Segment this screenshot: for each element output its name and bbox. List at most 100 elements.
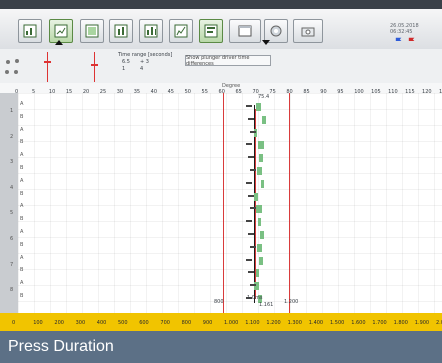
time-range-value-2: + 3 bbox=[140, 59, 149, 65]
time-tick-11: 1.100 bbox=[245, 320, 260, 326]
title-bar: Press Duration bbox=[0, 331, 442, 363]
lane-label-5: B bbox=[20, 165, 24, 171]
press-bar-10 bbox=[260, 231, 264, 239]
lane-label-4: A bbox=[20, 152, 24, 159]
slider-a-icon[interactable] bbox=[38, 52, 58, 82]
press-duration-title: Press Duration bbox=[8, 338, 114, 355]
down-arrow-icon[interactable] bbox=[262, 40, 270, 45]
lane-label-12: A bbox=[20, 254, 24, 261]
up-arrow-icon[interactable] bbox=[55, 40, 63, 45]
time-tick-3: 300 bbox=[75, 320, 86, 326]
press-bar-7 bbox=[254, 192, 258, 201]
press-bar-11 bbox=[257, 243, 262, 252]
press-bar-6 bbox=[261, 179, 264, 188]
time-tick-14: 1.400 bbox=[308, 320, 324, 326]
press-bar-4 bbox=[259, 154, 263, 163]
ref-label-bottom: 1.161 bbox=[259, 302, 274, 308]
chart-icon-1[interactable] bbox=[18, 19, 42, 43]
lane-label-8: A bbox=[20, 203, 24, 210]
press-bar-8 bbox=[256, 205, 262, 214]
time-tick-6: 600 bbox=[139, 320, 149, 326]
marker-4 bbox=[248, 156, 254, 159]
time-tick-19: 1.900 bbox=[414, 320, 430, 326]
marker-3 bbox=[246, 143, 252, 146]
lane-label-11: B bbox=[20, 241, 24, 248]
ref-label-right: 1.200 bbox=[284, 299, 299, 305]
ref-label-top: 75.4 bbox=[258, 94, 270, 100]
group-label-5: 6 bbox=[10, 236, 14, 242]
flag-icon-blue bbox=[395, 37, 402, 45]
press-bar-3 bbox=[258, 141, 264, 150]
marker-5 bbox=[250, 169, 256, 171]
press-bar-1 bbox=[262, 115, 266, 124]
chart-icon-3[interactable] bbox=[80, 19, 104, 43]
time-tick-12: 1.200 bbox=[266, 320, 281, 326]
show-differences-button[interactable]: Show plunger driver time differences bbox=[185, 55, 271, 67]
datetime: 26.05.2018 06:32:45 bbox=[390, 23, 419, 35]
press-bar-12 bbox=[259, 256, 263, 265]
time-tick-9: 900 bbox=[202, 320, 213, 326]
marker-13 bbox=[248, 271, 254, 274]
tools-icons[interactable] bbox=[2, 55, 28, 79]
lane-label-9: B bbox=[20, 216, 24, 223]
lane-label-2: A bbox=[20, 126, 24, 133]
press-bar-9 bbox=[258, 218, 261, 227]
time-tick-5: 500 bbox=[118, 320, 128, 326]
marker-6 bbox=[246, 181, 252, 184]
chart-icon-7[interactable] bbox=[199, 19, 223, 43]
chart-layer: A 1 B A 2 B A 3 B A 4 B A 5 B A 6 B A 7 B A 8 B 800 1.200 1.0ms 75.… bbox=[10, 93, 442, 313]
press-bar-5 bbox=[257, 167, 262, 175]
press-bar-0 bbox=[256, 103, 261, 111]
time-tick-0: 0 bbox=[12, 320, 16, 326]
lane-label-1: B bbox=[20, 113, 24, 120]
lane-label-3: B bbox=[20, 139, 24, 146]
toolbar: 26.05.2018 06:32:45 bbox=[0, 9, 442, 50]
time-range-label: Time range [seconds] bbox=[118, 52, 173, 58]
marker-9 bbox=[246, 220, 252, 223]
screen: 26.05.2018 06:32:45 Time range [seconds]… bbox=[0, 0, 442, 363]
flag-icon-red bbox=[408, 37, 415, 45]
lane-label-15: B bbox=[20, 293, 24, 299]
time-tick-20: 2.000 bbox=[436, 320, 442, 326]
group-label-1: 2 bbox=[10, 133, 14, 140]
window-icon[interactable] bbox=[229, 19, 261, 43]
time-tick-16: 1.600 bbox=[351, 320, 366, 326]
chart-icon-5[interactable] bbox=[139, 19, 163, 43]
lane-label-7: B bbox=[20, 190, 24, 197]
chart-icon-6[interactable] bbox=[169, 19, 193, 43]
marker-12 bbox=[246, 258, 252, 261]
marker-8 bbox=[250, 207, 256, 210]
marker-1 bbox=[248, 117, 254, 120]
ref-line-right bbox=[289, 93, 290, 313]
marker-0 bbox=[246, 105, 252, 107]
time-tick-10: 1.000 bbox=[224, 320, 239, 326]
group-label-4: 5 bbox=[10, 210, 14, 217]
window-titlebar bbox=[0, 0, 442, 9]
lane-label-6: A bbox=[20, 177, 24, 184]
press-bar-13 bbox=[256, 269, 259, 278]
lane-label-10: A bbox=[20, 229, 24, 235]
time-tick-1: 100 bbox=[33, 320, 43, 326]
ref-label-mid: 1.0ms bbox=[247, 295, 263, 301]
group-label-0: 1 bbox=[10, 108, 14, 114]
lane-label-13: B bbox=[20, 267, 24, 274]
marker-2 bbox=[250, 130, 256, 133]
chart-area: A 1 B A 2 B A 3 B A 4 B A 5 B A 6 B A 7 B A 8 B 800 1.200 1.0ms 75.… bbox=[10, 93, 442, 313]
time-tick-13: 1.300 bbox=[287, 320, 302, 326]
marker-7 bbox=[248, 194, 254, 197]
ref-label-left: 800 bbox=[214, 299, 224, 305]
time-tick-2: 200 bbox=[54, 320, 64, 326]
camera-icon[interactable] bbox=[293, 19, 323, 43]
time-range-value-1: 6.5 bbox=[122, 59, 130, 65]
time-range-value-4: 4 bbox=[140, 66, 144, 72]
time-tick-18: 1.800 bbox=[393, 320, 408, 326]
time-tick-17: 1.700 bbox=[372, 320, 387, 326]
lane-label-0: A bbox=[20, 101, 24, 107]
slider-b-icon[interactable] bbox=[85, 52, 105, 82]
group-label-7: 8 bbox=[10, 287, 14, 294]
marker-11 bbox=[250, 245, 256, 248]
chart-icon-4[interactable] bbox=[109, 19, 133, 43]
time-tick-15: 1.500 bbox=[330, 320, 345, 326]
marker-14 bbox=[250, 284, 256, 287]
lane-label-14: A bbox=[20, 280, 24, 287]
